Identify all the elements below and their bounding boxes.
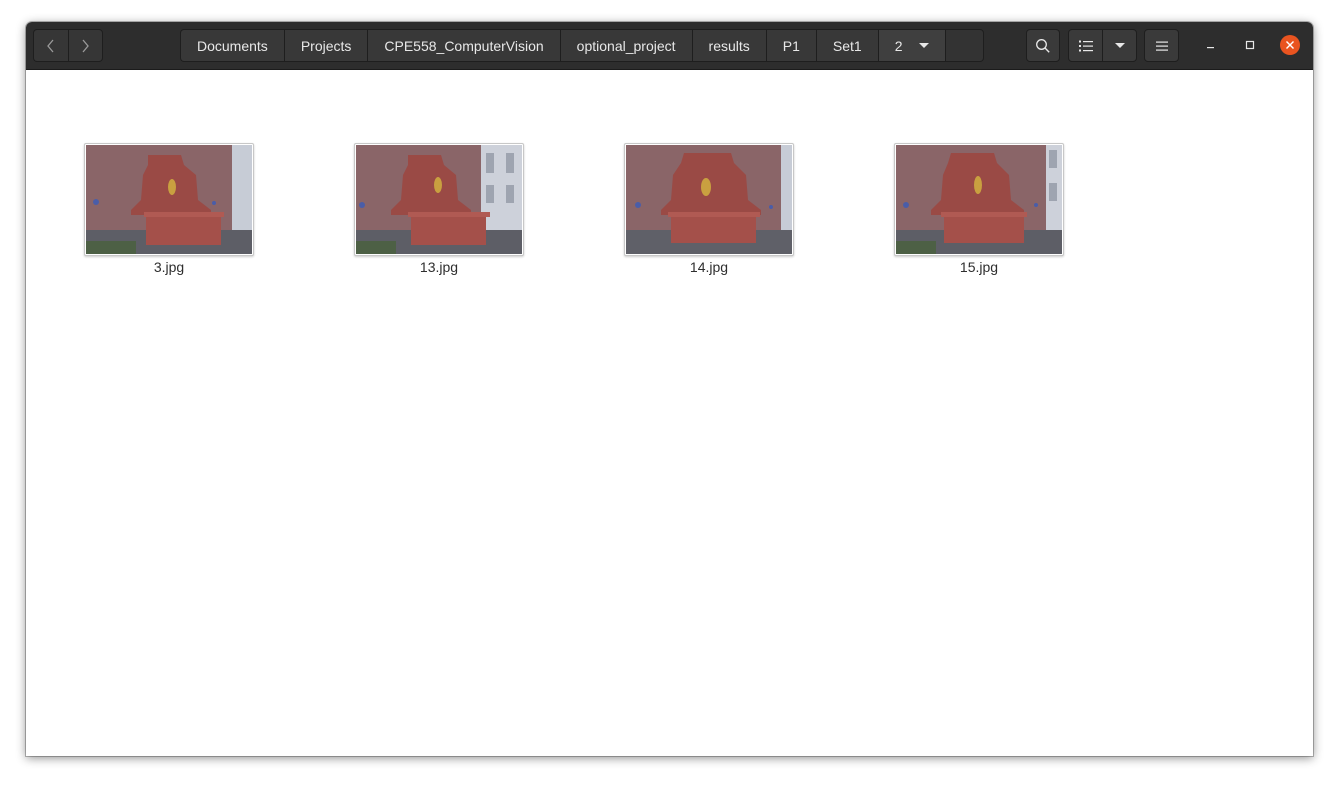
breadcrumb-item[interactable]: CPE558_ComputerVision: [367, 29, 560, 62]
file-name: 13.jpg: [419, 259, 459, 275]
list-view-button[interactable]: [1068, 29, 1103, 62]
file-name: 15.jpg: [959, 259, 999, 275]
close-button[interactable]: [1279, 34, 1301, 56]
hamburger-menu-icon: [1155, 41, 1168, 51]
breadcrumb: Documents Projects CPE558_ComputerVision…: [180, 29, 984, 62]
minimize-button[interactable]: [1199, 34, 1221, 56]
file-name: 3.jpg: [153, 259, 185, 275]
file-item[interactable]: 3.jpg: [84, 143, 254, 275]
file-item[interactable]: 15.jpg: [894, 143, 1064, 275]
breadcrumb-item[interactable]: optional_project: [559, 29, 692, 62]
breadcrumb-label: Projects: [300, 37, 352, 54]
breadcrumb-label: optional_project: [576, 37, 676, 54]
forward-button[interactable]: [67, 29, 103, 62]
back-button[interactable]: [33, 29, 68, 62]
close-icon: [1280, 35, 1300, 55]
breadcrumb-current-folder[interactable]: 2: [877, 29, 945, 62]
image-thumbnail[interactable]: [894, 143, 1064, 256]
file-name: 14.jpg: [689, 259, 729, 275]
search-button[interactable]: [1026, 29, 1060, 62]
breadcrumb-item[interactable]: Set1: [815, 29, 878, 62]
fountain-photo-thumbnail: [896, 145, 1062, 254]
fountain-photo-thumbnail: [356, 145, 522, 254]
breadcrumb-label: Documents: [197, 37, 268, 54]
image-thumbnail[interactable]: [354, 143, 524, 256]
file-item[interactable]: 13.jpg: [354, 143, 524, 275]
search-icon: [1036, 38, 1050, 53]
breadcrumb-item[interactable]: P1: [765, 29, 816, 62]
main-menu-button[interactable]: [1144, 29, 1179, 62]
maximize-icon: [1245, 40, 1255, 50]
minimize-icon: [1207, 47, 1214, 49]
maximize-button[interactable]: [1239, 34, 1261, 56]
breadcrumb-item[interactable]: Projects: [283, 29, 368, 62]
chevron-right-icon: [82, 39, 90, 52]
breadcrumb-overflow[interactable]: [944, 29, 984, 62]
chevron-down-icon: [918, 43, 929, 48]
breadcrumb-label: results: [708, 37, 750, 54]
chevron-down-icon: [1114, 43, 1125, 48]
view-options-button[interactable]: [1102, 29, 1137, 62]
list-view-icon: [1078, 40, 1093, 51]
breadcrumb-label: CPE558_ComputerVision: [384, 37, 544, 54]
image-thumbnail[interactable]: [624, 143, 794, 256]
breadcrumb-item[interactable]: results: [691, 29, 766, 62]
fountain-photo-thumbnail: [86, 145, 252, 254]
file-item[interactable]: 14.jpg: [624, 143, 794, 275]
fountain-photo-thumbnail: [626, 145, 792, 254]
breadcrumb-label: P1: [782, 37, 800, 54]
header-bar: Documents Projects CPE558_ComputerVision…: [26, 22, 1313, 70]
breadcrumb-label: 2: [894, 37, 903, 54]
file-grid: 3.jpg 13.jpg 14.jpg 15.jpg: [26, 70, 1313, 756]
chevron-left-icon: [46, 39, 54, 52]
image-thumbnail[interactable]: [84, 143, 254, 256]
breadcrumb-label: Set1: [832, 37, 862, 54]
navigation-buttons: [33, 29, 103, 62]
breadcrumb-item[interactable]: Documents: [180, 29, 284, 62]
file-manager-window: Documents Projects CPE558_ComputerVision…: [26, 22, 1313, 756]
